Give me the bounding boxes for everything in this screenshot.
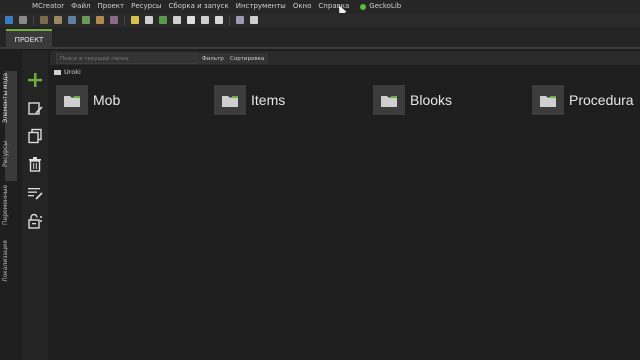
menu-tools[interactable]: Инструменты — [236, 0, 286, 13]
folder-icon — [373, 85, 405, 115]
toolbar-icon[interactable] — [68, 16, 76, 24]
search-bar: Фильтр Сортировка — [50, 51, 640, 65]
side-tab-variables[interactable]: Переменные — [2, 185, 9, 225]
toolbar-icon[interactable] — [131, 16, 139, 24]
folder-label: Mob — [93, 92, 121, 108]
tab-bar: ПРОЕКТ — [0, 27, 640, 49]
toolbar-icon[interactable] — [19, 16, 27, 24]
breadcrumb[interactable]: Uroki — [54, 67, 81, 77]
menu-bar: MCreator Файл Проект Ресурсы Сборка и за… — [0, 0, 640, 13]
toolbar-icon[interactable] — [201, 16, 209, 24]
toolbar-icon[interactable] — [236, 16, 244, 24]
action-strip — [22, 51, 48, 360]
breadcrumb-label: Uroki — [64, 68, 81, 76]
tab-project[interactable]: ПРОЕКТ — [6, 29, 52, 49]
folder-icon — [54, 69, 61, 75]
folder-icon — [56, 85, 88, 115]
folder-tile[interactable]: Items — [214, 85, 285, 115]
toolbar-icon[interactable] — [82, 16, 90, 24]
toolbar-icon[interactable] — [96, 16, 104, 24]
edit-icon[interactable] — [26, 100, 44, 118]
toolbar-icon[interactable] — [187, 16, 195, 24]
toolbar-icon[interactable] — [215, 16, 223, 24]
geckolib-label: GeckoLib — [369, 2, 402, 10]
sort-button[interactable]: Сортировка — [226, 53, 269, 64]
geckolib-icon — [360, 3, 367, 10]
folder-label: Blooks — [410, 92, 453, 108]
toolbar-separator — [229, 15, 230, 25]
toolbar-icon[interactable] — [54, 16, 62, 24]
menu-resources[interactable]: Ресурсы — [131, 0, 161, 13]
toolbar-icon[interactable] — [145, 16, 153, 24]
side-tab-mod-elements[interactable]: Элементы мода — [2, 73, 9, 123]
filter-button[interactable]: Фильтр — [198, 53, 228, 64]
toolbar — [0, 13, 640, 27]
toolbar-icon[interactable] — [40, 16, 48, 24]
folder-tile[interactable]: Procedura — [532, 85, 634, 115]
folder-icon — [214, 85, 246, 115]
lock-icon[interactable] — [26, 212, 44, 230]
list-edit-icon[interactable] — [26, 184, 44, 202]
toolbar-separator — [33, 15, 34, 25]
menu-geckolib[interactable]: GeckoLib — [360, 0, 401, 13]
folder-label: Items — [251, 92, 286, 108]
menu-build-run[interactable]: Сборка и запуск — [168, 0, 228, 13]
workspace-icon[interactable] — [5, 16, 13, 24]
menu-file[interactable]: Файл — [71, 0, 90, 13]
folder-tile[interactable]: Blooks — [373, 85, 452, 115]
folder-label: Procedura — [569, 92, 634, 108]
toolbar-icon[interactable] — [159, 16, 167, 24]
side-tab-localization[interactable]: Локализация — [2, 240, 9, 282]
workspace: Mob Items Blooks Procedura — [50, 78, 640, 360]
add-icon[interactable] — [26, 71, 44, 89]
delete-icon[interactable] — [26, 155, 44, 173]
toolbar-separator — [124, 15, 125, 25]
duplicate-icon[interactable] — [26, 127, 44, 145]
toolbar-icon[interactable] — [250, 16, 258, 24]
folder-icon — [532, 85, 564, 115]
folder-tile[interactable]: Mob — [56, 85, 120, 115]
toolbar-icon[interactable] — [110, 16, 118, 24]
menu-project[interactable]: Проект — [98, 0, 125, 13]
toolbar-icon[interactable] — [173, 16, 181, 24]
menu-mcreator[interactable]: MCreator — [32, 0, 64, 13]
side-tab-resources[interactable]: Ресурсы — [2, 141, 9, 167]
menu-window[interactable]: Окно — [293, 0, 312, 13]
side-tabs: Элементы мода Ресурсы Переменные Локализ… — [0, 51, 22, 360]
